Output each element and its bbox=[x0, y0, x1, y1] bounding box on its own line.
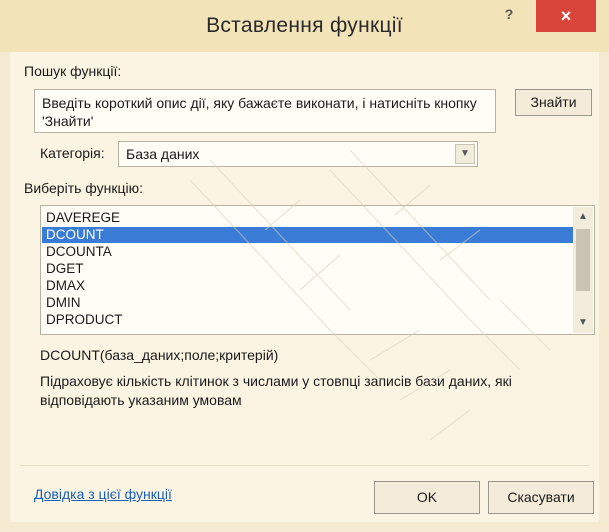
function-signature: DCOUNT(база_даних;поле;критерій) bbox=[40, 347, 279, 363]
function-item-dproduct[interactable]: DPRODUCT bbox=[42, 312, 573, 328]
function-item-dmax[interactable]: DMAX bbox=[42, 278, 573, 294]
category-value: База даних bbox=[126, 146, 200, 162]
chevron-down-icon[interactable]: ▼ bbox=[455, 144, 475, 164]
function-item-daverege[interactable]: DAVEREGE bbox=[42, 210, 573, 226]
search-input[interactable]: Введіть короткий опис дії, яку бажаєте в… bbox=[34, 89, 496, 133]
function-item-dcounta[interactable]: DCOUNTA bbox=[42, 244, 573, 260]
chevron-down-icon[interactable]: ▼ bbox=[573, 315, 593, 331]
help-button[interactable]: ? bbox=[494, 6, 524, 30]
function-list-label: Виберіть функцію: bbox=[24, 180, 144, 196]
function-item-dcount[interactable]: DCOUNT bbox=[42, 227, 573, 243]
category-select[interactable]: База даних ▼ bbox=[118, 141, 478, 167]
category-label: Категорія: bbox=[40, 145, 105, 161]
function-item-dmin[interactable]: DMIN bbox=[42, 295, 573, 311]
search-label: Пошук функції: bbox=[24, 63, 122, 79]
function-item-dget[interactable]: DGET bbox=[42, 261, 573, 277]
function-description: Підраховує кількість клітинок з числами … bbox=[40, 373, 512, 408]
help-link[interactable]: Довідка з цієї функції bbox=[34, 486, 172, 502]
list-scrollbar[interactable]: ▲ ▼ bbox=[573, 207, 593, 333]
footer-divider bbox=[20, 465, 589, 466]
close-button[interactable]: × bbox=[536, 0, 596, 32]
find-button[interactable]: Знайти bbox=[515, 89, 592, 116]
cancel-button[interactable]: Скасувати bbox=[488, 481, 594, 514]
title-bar: Вставлення функції ? × bbox=[0, 0, 609, 52]
chevron-up-icon[interactable]: ▲ bbox=[573, 209, 593, 225]
ok-button[interactable]: OK bbox=[374, 481, 480, 514]
scroll-thumb[interactable] bbox=[576, 229, 590, 291]
function-list[interactable]: DAVEREGE DCOUNT DCOUNTA DGET DMAX DMIN D… bbox=[40, 205, 595, 335]
